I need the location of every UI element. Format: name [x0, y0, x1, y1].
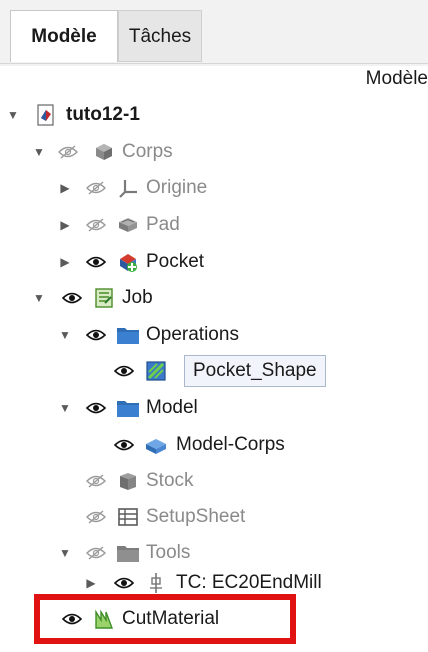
tree-item-origine[interactable]: ▶ Origine: [0, 170, 428, 206]
tree-item-label: tuto12-1: [66, 104, 140, 125]
collapsed-arrow-icon[interactable]: ▶: [58, 207, 72, 243]
eye-visible-icon[interactable]: [84, 390, 108, 426]
expand-arrow-icon[interactable]: ▼: [32, 280, 46, 316]
folder-icon: [116, 317, 140, 353]
tree-item-model[interactable]: ▼ Model: [0, 390, 428, 426]
folder-icon: [116, 390, 140, 426]
tree-item-setupsheet[interactable]: SetupSheet: [0, 499, 428, 535]
tree-item-label: Stock: [146, 470, 194, 491]
tree-item-model-corps[interactable]: Model-Corps: [0, 427, 428, 463]
setup-sheet-icon: [116, 499, 140, 535]
tree-item-tuto12-1[interactable]: ▼ tuto12-1: [0, 97, 428, 133]
tree-item-label: Origine: [146, 177, 208, 198]
body-icon: [92, 134, 116, 170]
eye-hidden-icon[interactable]: [84, 170, 108, 206]
eye-visible-icon[interactable]: [84, 244, 108, 280]
tree-item-pad[interactable]: ▶ Pad: [0, 207, 428, 243]
tree-item-job[interactable]: ▼ Job: [0, 280, 428, 316]
tree-item-label: Model: [146, 397, 198, 418]
expand-arrow-icon[interactable]: ▼: [6, 97, 20, 133]
eye-hidden-icon[interactable]: [84, 207, 108, 243]
tree-item-label: Job: [122, 287, 153, 308]
expand-arrow-icon[interactable]: ▼: [58, 317, 72, 353]
collapsed-arrow-icon[interactable]: ▶: [58, 170, 72, 206]
expand-arrow-icon[interactable]: ▼: [58, 390, 72, 426]
tree-item-label: Corps: [122, 141, 173, 162]
pocket-shape-icon: [144, 353, 168, 389]
eye-visible-icon[interactable]: [60, 280, 84, 316]
tree-item-label: SetupSheet: [146, 506, 246, 527]
tree-item-pocket[interactable]: ▶ Pocket: [0, 244, 428, 280]
tree-item-label: Pad: [146, 214, 180, 235]
tree-item-label: Model-Corps: [176, 434, 285, 455]
stock-icon: [116, 463, 140, 499]
pocket-icon: [116, 244, 140, 280]
tree-item-operations[interactable]: ▼ Operations: [0, 317, 428, 353]
highlight-box: [34, 594, 296, 644]
model-body-icon: [144, 427, 168, 463]
eye-hidden-icon[interactable]: [84, 499, 108, 535]
tree-item-corps[interactable]: ▼ Corps: [0, 134, 428, 170]
tree-item-pocket-shape[interactable]: Pocket_Shape: [0, 353, 428, 389]
tree-item-stock[interactable]: Stock: [0, 463, 428, 499]
eye-hidden-icon[interactable]: [84, 463, 108, 499]
eye-visible-icon[interactable]: [112, 427, 136, 463]
origin-axes-icon: [116, 170, 140, 206]
collapsed-arrow-icon[interactable]: ▶: [58, 244, 72, 280]
tree-item-label: Pocket_Shape: [184, 355, 326, 387]
eye-hidden-icon[interactable]: [56, 134, 80, 170]
tree-item-label: Operations: [146, 324, 239, 345]
job-icon: [92, 280, 116, 316]
eye-visible-icon[interactable]: [112, 353, 136, 389]
eye-visible-icon[interactable]: [84, 317, 108, 353]
document-icon: [34, 97, 58, 133]
tree-item-label: Pocket: [146, 251, 205, 272]
expand-arrow-icon[interactable]: ▼: [32, 134, 46, 170]
pad-icon: [116, 207, 140, 243]
model-tree: ▼ tuto12-1 ▼ Corps ▶ Origine ▶ Pad ▶ Poc…: [0, 0, 428, 652]
